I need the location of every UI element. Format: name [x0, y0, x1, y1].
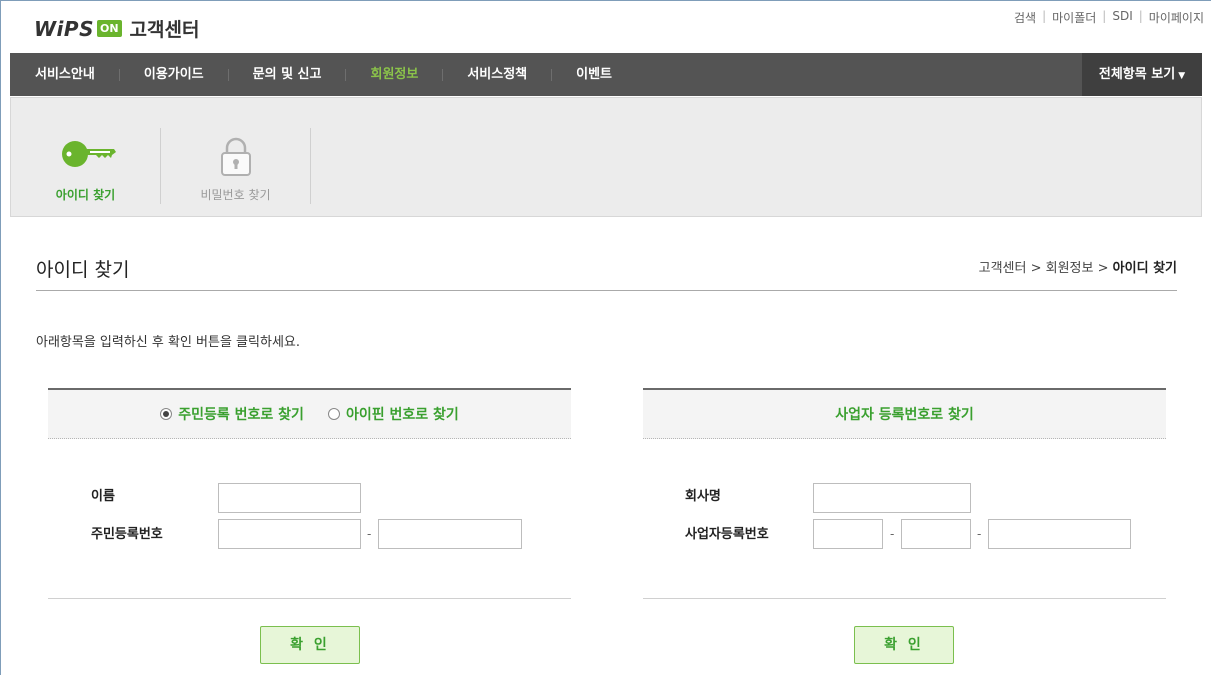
tab-find-id[interactable]: 아이디 찾기 [11, 128, 161, 204]
radio-unselected-icon[interactable] [327, 408, 340, 420]
tab-find-password[interactable]: 비밀번호 찾기 [161, 128, 311, 204]
business-number-second-input[interactable] [901, 519, 971, 549]
nav-item-usage-guide[interactable]: 이용가이드 [118, 53, 228, 96]
name-input[interactable] [218, 483, 361, 513]
company-name-label: 회사명 [685, 489, 721, 504]
business-number-dash: - [890, 527, 895, 541]
util-link-myfolder[interactable]: 마이폴더 [1052, 9, 1096, 26]
main-nav: 서비스안내 이용가이드 문의 및 신고 회원정보 서비스정책 이벤트 전체항목 … [10, 53, 1202, 96]
business-number-first-input[interactable] [813, 519, 883, 549]
personal-search-box: 주민등록 번호로 찾기 아이핀 번호로 찾기 [48, 388, 571, 439]
nav-item-member-info[interactable]: 회원정보 [345, 53, 442, 96]
breadcrumb: 고객센터 > 회원정보 > 아이디 찾기 [979, 257, 1177, 276]
breadcrumb-item[interactable]: 고객센터 [979, 261, 1027, 276]
radio-selected-icon[interactable] [160, 408, 173, 420]
instruction-text: 아래항목을 입력하신 후 확인 버튼을 클릭하세요. [36, 335, 300, 350]
util-separator: | [1042, 9, 1047, 23]
utility-links: 검색 | 마이폴더 | SDI | 마이페이지 [1014, 9, 1204, 26]
name-label: 이름 [91, 489, 115, 504]
rrn-second-input[interactable] [378, 519, 522, 549]
radio-option-rrn[interactable]: 주민등록 번호로 찾기 [160, 404, 304, 424]
company-name-input[interactable] [813, 483, 971, 513]
util-link-mypage[interactable]: 마이페이지 [1149, 9, 1204, 26]
business-number-third-input[interactable] [988, 519, 1131, 549]
page-title: 아이디 찾기 [36, 259, 130, 281]
key-icon [56, 136, 116, 175]
util-separator: | [1102, 9, 1107, 23]
business-search-box: 사업자 등록번호로 찾기 [643, 388, 1166, 439]
radio-option-ipin[interactable]: 아이핀 번호로 찾기 [327, 404, 459, 424]
business-confirm-button[interactable]: 확 인 [854, 626, 954, 664]
nav-item-service-info[interactable]: 서비스안내 [10, 53, 119, 96]
personal-confirm-button[interactable]: 확 인 [260, 626, 360, 664]
breadcrumb-separator: > [1030, 261, 1042, 276]
tab-find-id-label: 아이디 찾기 [55, 188, 116, 202]
breadcrumb-current: 아이디 찾기 [1112, 261, 1177, 276]
radio-option-ipin-label: 아이핀 번호로 찾기 [345, 407, 459, 423]
rrn-first-input[interactable] [218, 519, 361, 549]
nav-item-event[interactable]: 이벤트 [551, 53, 636, 96]
business-number-label: 사업자등록번호 [685, 527, 769, 542]
nav-item-inquiry[interactable]: 문의 및 신고 [227, 53, 346, 96]
logo[interactable]: WiPS ON 고객센터 [34, 15, 199, 42]
title-divider [36, 290, 1177, 291]
logo-on-badge: ON [96, 20, 122, 37]
breadcrumb-item[interactable]: 회원정보 [1046, 261, 1094, 276]
util-link-sdi[interactable]: SDI [1112, 9, 1132, 26]
logo-title: 고객센터 [129, 19, 200, 41]
logo-wips-text: WiPS [34, 16, 94, 41]
breadcrumb-separator: > [1097, 261, 1109, 276]
rrn-dash: - [367, 527, 372, 541]
business-search-header: 사업자 등록번호로 찾기 [643, 388, 1166, 439]
header: WiPS ON 고객센터 검색 | 마이폴더 | SDI | 마이페이지 [1, 1, 1211, 53]
rrn-label: 주민등록번호 [91, 527, 163, 542]
radio-option-rrn-label: 주민등록 번호로 찾기 [178, 407, 304, 423]
view-all-menu-button[interactable]: 전체항목 보기 ▼ [1082, 53, 1202, 96]
util-link-search[interactable]: 검색 [1014, 9, 1036, 26]
caret-down-icon: ▼ [1178, 71, 1186, 81]
nav-item-service-policy[interactable]: 서비스정책 [442, 53, 551, 96]
sub-menu-panel: 아이디 찾기 비밀번호 찾기 [10, 97, 1202, 217]
business-box-divider [643, 598, 1166, 599]
util-separator: | [1138, 9, 1143, 23]
personal-box-divider [48, 598, 571, 599]
view-all-label: 전체항목 보기 [1098, 67, 1176, 82]
page: WiPS ON 고객센터 검색 | 마이폴더 | SDI | 마이페이지 서비스… [0, 0, 1211, 675]
tab-find-password-label: 비밀번호 찾기 [200, 188, 271, 202]
business-number-dash: - [977, 527, 982, 541]
personal-search-header: 주민등록 번호로 찾기 아이핀 번호로 찾기 [48, 388, 571, 439]
lock-icon [219, 136, 253, 181]
